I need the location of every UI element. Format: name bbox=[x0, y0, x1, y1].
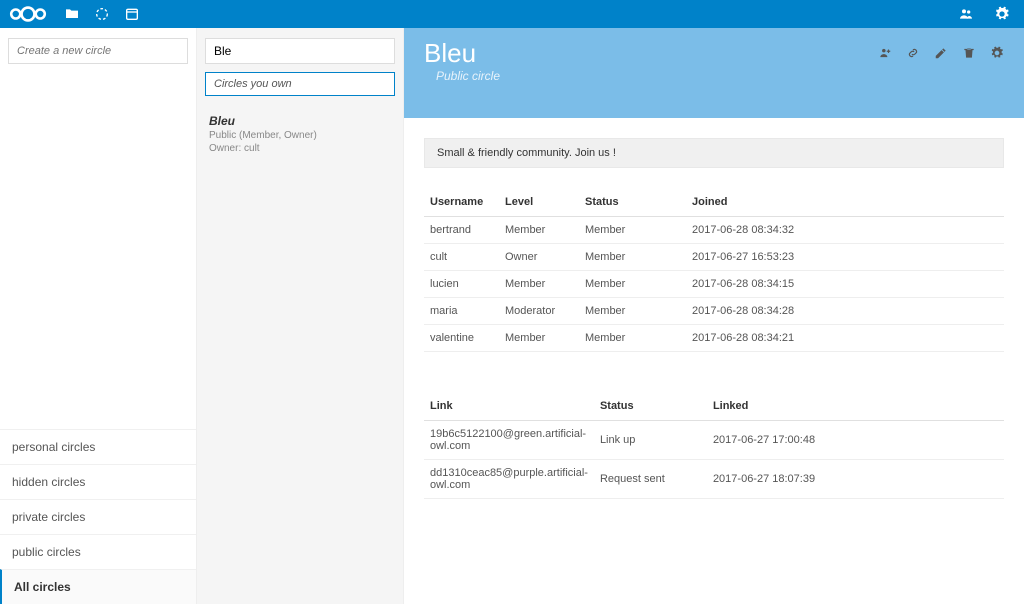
add-member-icon[interactable] bbox=[878, 46, 892, 63]
cell-level: Member bbox=[499, 217, 579, 244]
edit-icon[interactable] bbox=[934, 46, 948, 63]
col-level[interactable]: Level bbox=[499, 188, 579, 217]
link-icon[interactable] bbox=[906, 46, 920, 63]
cell-joined: 2017-06-27 16:53:23 bbox=[686, 244, 1004, 271]
circle-title: Bleu bbox=[424, 38, 500, 69]
col-link-status[interactable]: Status bbox=[594, 392, 707, 421]
circle-subtitle: Public circle bbox=[436, 69, 500, 83]
cell-username: lucien bbox=[424, 271, 499, 298]
cell-level: Moderator bbox=[499, 298, 579, 325]
nav-list: personal circles hidden circles private … bbox=[0, 429, 196, 604]
contacts-icon[interactable] bbox=[952, 0, 980, 28]
cell-username: maria bbox=[424, 298, 499, 325]
cell-username: valentine bbox=[424, 325, 499, 352]
cell-joined: 2017-06-28 08:34:28 bbox=[686, 298, 1004, 325]
nav-private-circles[interactable]: private circles bbox=[0, 499, 196, 534]
title-block: Bleu Public circle bbox=[424, 38, 500, 83]
settings-icon[interactable] bbox=[988, 0, 1016, 28]
circle-header: Bleu Public circle bbox=[404, 28, 1024, 118]
col-joined[interactable]: Joined bbox=[686, 188, 1004, 217]
topbar bbox=[0, 0, 1024, 28]
topbar-right bbox=[952, 0, 1016, 28]
cell-linked: 2017-06-27 18:07:39 bbox=[707, 460, 1004, 499]
table-row[interactable]: dd1310ceac85@purple.artificial-owl.comRe… bbox=[424, 460, 1004, 499]
circle-search-input[interactable] bbox=[205, 38, 395, 64]
col-linked[interactable]: Linked bbox=[707, 392, 1004, 421]
delete-icon[interactable] bbox=[962, 46, 976, 63]
cell-username: bertrand bbox=[424, 217, 499, 244]
members-table: Username Level Status Joined bertrandMem… bbox=[424, 188, 1004, 352]
header-actions bbox=[878, 46, 1004, 63]
circle-filter-select[interactable]: Circles you own bbox=[205, 72, 395, 96]
col-status[interactable]: Status bbox=[579, 188, 686, 217]
links-section: Link Status Linked 19b6c5122100@green.ar… bbox=[424, 392, 1004, 499]
table-row[interactable]: bertrandMemberMember2017-06-28 08:34:32 bbox=[424, 217, 1004, 244]
cell-level: Member bbox=[499, 271, 579, 298]
circle-settings-icon[interactable] bbox=[990, 46, 1004, 63]
cell-status: Member bbox=[579, 217, 686, 244]
circle-list-item[interactable]: Bleu Public (Member, Owner) Owner: cult bbox=[205, 114, 395, 154]
table-row[interactable]: cultOwnerMember2017-06-27 16:53:23 bbox=[424, 244, 1004, 271]
app-logo[interactable] bbox=[8, 6, 48, 22]
nav-public-circles[interactable]: public circles bbox=[0, 534, 196, 569]
cell-status: Link up bbox=[594, 421, 707, 460]
links-header-row: Link Status Linked bbox=[424, 392, 1004, 421]
nav-hidden-circles[interactable]: hidden circles bbox=[0, 464, 196, 499]
cell-linked: 2017-06-27 17:00:48 bbox=[707, 421, 1004, 460]
nav-personal-circles[interactable]: personal circles bbox=[0, 429, 196, 464]
cell-level: Member bbox=[499, 325, 579, 352]
col-link[interactable]: Link bbox=[424, 392, 594, 421]
circle-list-item-owner: Owner: cult bbox=[209, 143, 391, 154]
table-row[interactable]: mariaModeratorMember2017-06-28 08:34:28 bbox=[424, 298, 1004, 325]
cell-joined: 2017-06-28 08:34:15 bbox=[686, 271, 1004, 298]
table-row[interactable]: valentineMemberMember2017-06-28 08:34:21 bbox=[424, 325, 1004, 352]
members-section: Username Level Status Joined bertrandMem… bbox=[424, 188, 1004, 352]
calendar-app-icon[interactable] bbox=[118, 0, 146, 28]
links-table: Link Status Linked 19b6c5122100@green.ar… bbox=[424, 392, 1004, 499]
cell-link: dd1310ceac85@purple.artificial-owl.com bbox=[424, 460, 594, 499]
cell-username: cult bbox=[424, 244, 499, 271]
sidebar-mid: Circles you own Bleu Public (Member, Own… bbox=[197, 28, 404, 604]
cell-status: Member bbox=[579, 244, 686, 271]
cell-joined: 2017-06-28 08:34:32 bbox=[686, 217, 1004, 244]
col-username[interactable]: Username bbox=[424, 188, 499, 217]
main-content: Bleu Public circle Small & friendly comm… bbox=[404, 28, 1024, 604]
layout: personal circles hidden circles private … bbox=[0, 28, 1024, 604]
circles-app-icon[interactable] bbox=[88, 0, 116, 28]
nav-all-circles[interactable]: All circles bbox=[0, 569, 196, 604]
files-app-icon[interactable] bbox=[58, 0, 86, 28]
cell-joined: 2017-06-28 08:34:21 bbox=[686, 325, 1004, 352]
cell-status: Member bbox=[579, 298, 686, 325]
members-header-row: Username Level Status Joined bbox=[424, 188, 1004, 217]
table-row[interactable]: lucienMemberMember2017-06-28 08:34:15 bbox=[424, 271, 1004, 298]
cell-level: Owner bbox=[499, 244, 579, 271]
circle-description: Small & friendly community. Join us ! bbox=[424, 138, 1004, 168]
topbar-left bbox=[8, 0, 146, 28]
create-circle-input[interactable] bbox=[8, 38, 188, 64]
cell-status: Member bbox=[579, 325, 686, 352]
circle-list-item-type: Public (Member, Owner) bbox=[209, 130, 391, 141]
cell-status: Request sent bbox=[594, 460, 707, 499]
cell-status: Member bbox=[579, 271, 686, 298]
cell-link: 19b6c5122100@green.artificial-owl.com bbox=[424, 421, 594, 460]
table-row[interactable]: 19b6c5122100@green.artificial-owl.comLin… bbox=[424, 421, 1004, 460]
create-circle-wrap bbox=[0, 28, 196, 74]
nav-spacer bbox=[0, 74, 196, 429]
sidebar-left: personal circles hidden circles private … bbox=[0, 28, 197, 604]
circle-list-item-name: Bleu bbox=[209, 114, 391, 128]
